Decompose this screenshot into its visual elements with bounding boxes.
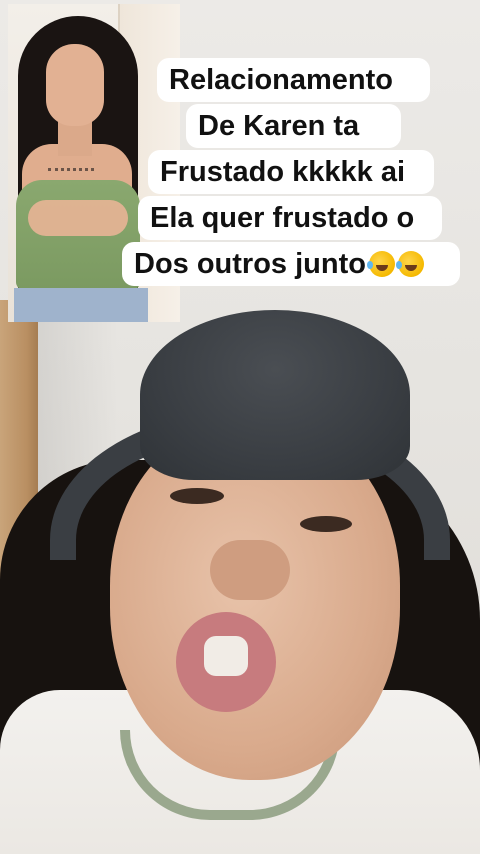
inset-face xyxy=(46,44,104,126)
rolling-on-floor-laughing-icon xyxy=(395,251,424,277)
caption-line-2-text: De Karen ta xyxy=(198,110,360,142)
rolling-on-floor-laughing-icon xyxy=(366,251,395,277)
caption-line-1: Relacionamento xyxy=(157,58,430,102)
video-frame: Relacionamento De Karen ta Frustado kkkk… xyxy=(0,0,480,854)
inset-jeans xyxy=(14,288,148,322)
inset-hands xyxy=(28,200,128,236)
caption-line-5-text: Dos outros junto xyxy=(134,248,366,280)
teeth xyxy=(204,636,248,676)
caption-line-3: Frustado kkkkk ai xyxy=(148,150,434,194)
caption-line-5: Dos outros junto xyxy=(122,242,460,286)
caption-line-3-text: Frustado kkkkk ai xyxy=(160,156,405,188)
inset-tattoo xyxy=(48,154,94,171)
caption-line-4-text: Ela quer frustado o xyxy=(150,202,415,234)
caption-line-4: Ela quer frustado o xyxy=(138,196,442,240)
caption-line-2: De Karen ta xyxy=(186,104,401,148)
bucket-hat-crown xyxy=(140,310,410,480)
caption-line-1-text: Relacionamento xyxy=(169,64,393,96)
